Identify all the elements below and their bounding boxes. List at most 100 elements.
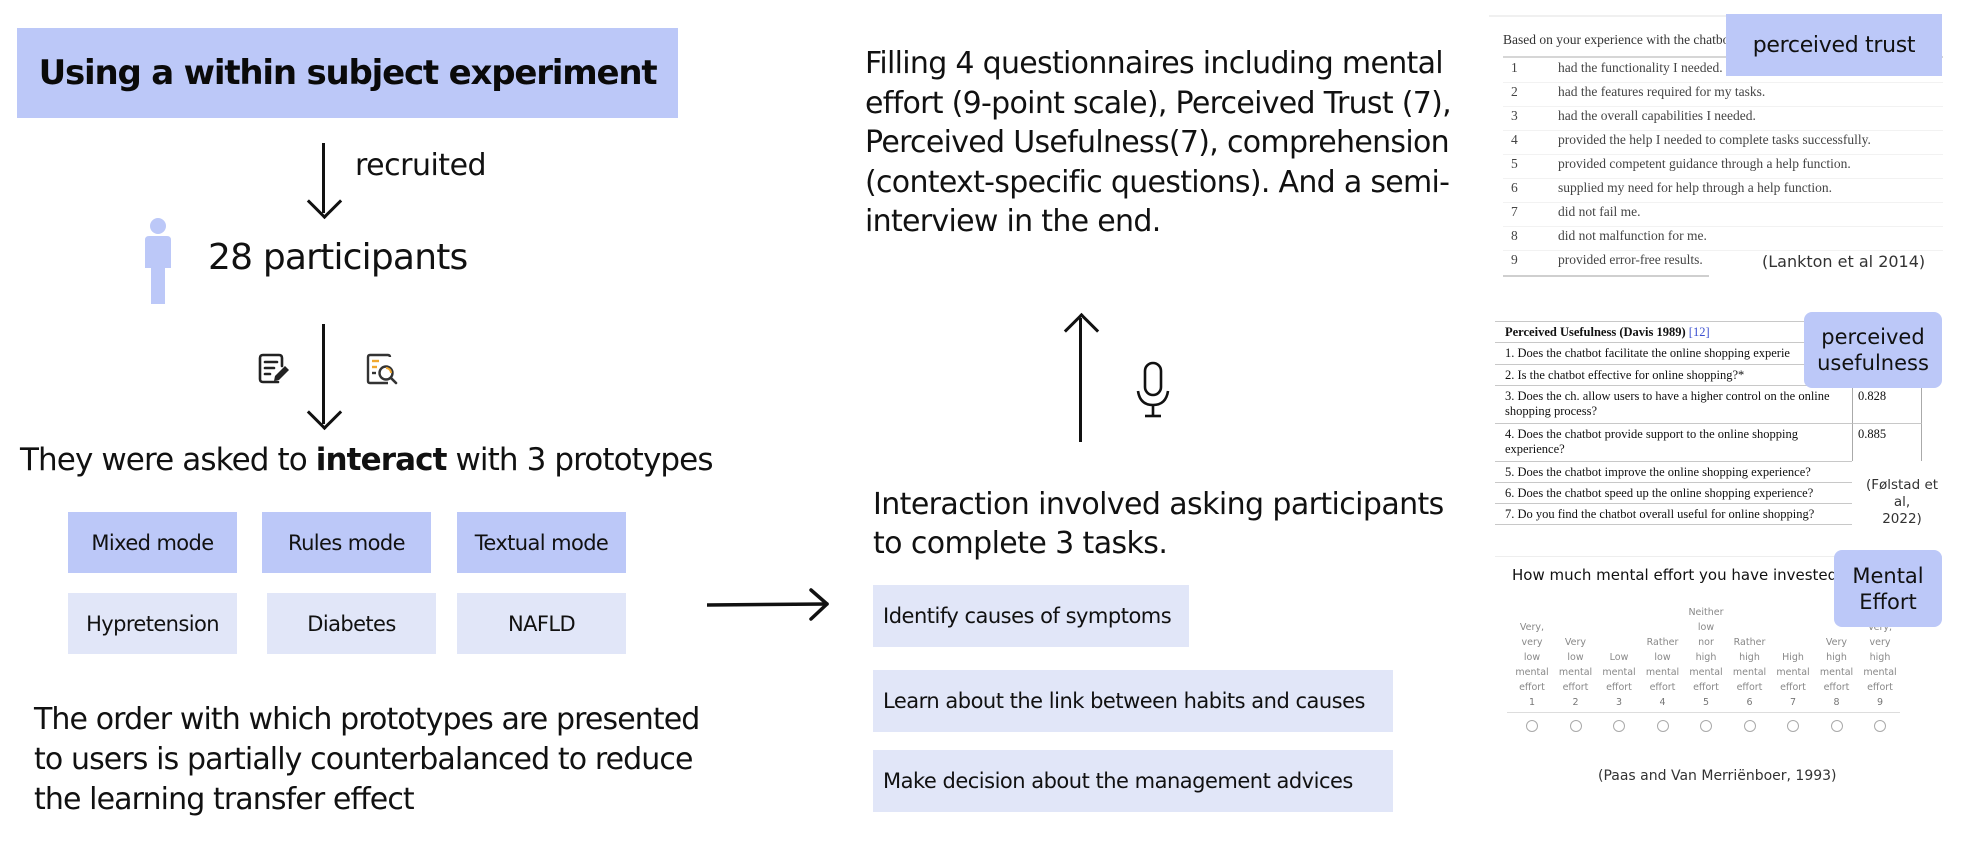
task-box-learn: Learn about the link between habits and … bbox=[873, 670, 1393, 732]
usefulness-item: 7. Do you find the chatbot overall usefu… bbox=[1495, 503, 1852, 525]
mental-effort-scale-option: Very high mental effort 8 bbox=[1815, 635, 1859, 710]
usefulness-label-line2: usefulness bbox=[1817, 351, 1929, 375]
scale-option-label-word: mental bbox=[1863, 667, 1897, 678]
mental-effort-scale-option: Very low mental effort 2 bbox=[1554, 635, 1598, 710]
usefulness-citation: (Følstad et al, 2022) bbox=[1860, 477, 1944, 528]
microphone-icon bbox=[1136, 361, 1170, 419]
mental-effort-label: Mental Effort bbox=[1834, 550, 1942, 627]
trust-item-text: provided competent guidance through a he… bbox=[1558, 156, 1851, 171]
usefulness-citation-line2: 2022) bbox=[1882, 511, 1922, 527]
usefulness-loading: 0.885 bbox=[1852, 423, 1922, 461]
scale-option-number: 8 bbox=[1833, 697, 1840, 708]
scale-option-label-word: effort bbox=[1649, 682, 1676, 693]
scale-option-label-word: effort bbox=[1823, 682, 1850, 693]
scale-option-label-word: high bbox=[1826, 652, 1847, 663]
recruited-label: recruited bbox=[355, 148, 487, 183]
trust-item-text: had the overall capabilities I needed. bbox=[1558, 108, 1756, 123]
scale-option-label-word: effort bbox=[1693, 682, 1719, 693]
scale-radio-button[interactable] bbox=[1830, 720, 1843, 732]
mental-effort-scale-option: Rather high mental effort 6 bbox=[1728, 635, 1772, 710]
trust-item-text: had the functionality I needed. bbox=[1558, 60, 1723, 75]
condition-box-diabetes: Diabetes bbox=[267, 593, 436, 654]
experiment-title: Using a within subject experiment bbox=[38, 53, 658, 93]
scale-option-label-word: nor bbox=[1698, 637, 1714, 648]
scale-option-number: 9 bbox=[1876, 697, 1884, 708]
trust-citation: (Lankton et al 2014) bbox=[1762, 252, 1926, 271]
trust-item-num: 7 bbox=[1511, 204, 1518, 219]
scale-radio-button[interactable] bbox=[1656, 720, 1669, 732]
mental-effort-scale-option: Very, very high mental effort 9 bbox=[1858, 620, 1902, 710]
scale-radio-button[interactable] bbox=[1700, 720, 1712, 732]
scale-option-label-word: mental bbox=[1819, 667, 1854, 678]
mental-effort-rule bbox=[1507, 712, 1900, 713]
scale-radio-button[interactable] bbox=[1569, 720, 1582, 732]
trust-intro: Based on your experience with the chatbo… bbox=[1503, 32, 1748, 47]
trust-item: 8 did not malfunction for me. bbox=[1503, 226, 1943, 251]
scale-option-label-word: mental bbox=[1515, 667, 1549, 678]
mental-effort-question: How much mental effort you have invested… bbox=[1512, 566, 1856, 584]
mental-effort-label-line2: Effort bbox=[1859, 589, 1917, 614]
usefulness-item: 6. Does the chatbot speed up the online … bbox=[1495, 482, 1852, 503]
scale-option-label-word: low bbox=[1697, 622, 1715, 633]
scale-option-label-word: effort bbox=[1606, 682, 1632, 693]
scale-option-label-word: Low bbox=[1609, 652, 1629, 663]
mental-effort-label-line1: Mental bbox=[1852, 563, 1924, 588]
mental-effort-scale-option: Neither low nor high mental effort 5 bbox=[1684, 605, 1728, 710]
scale-option-label-word: high bbox=[1739, 652, 1760, 663]
trust-item-num: 8 bbox=[1511, 228, 1518, 243]
task-box-decide: Make decision about the management advic… bbox=[873, 750, 1393, 812]
mental-effort-scale-option: High mental effort 7 bbox=[1771, 650, 1815, 710]
usefulness-header-text: Perceived Usefulness (Davis 1989) bbox=[1505, 325, 1689, 339]
interact-suffix: with 3 prototypes bbox=[446, 442, 713, 478]
usefulness-loading: 0.828 bbox=[1852, 385, 1922, 423]
scale-option-label-word: mental bbox=[1776, 667, 1810, 678]
trust-item-text: had the features required for my tasks. bbox=[1558, 84, 1766, 99]
usefulness-item: 4. Does the chatbot provide support to t… bbox=[1495, 423, 1852, 461]
questionnaire-description: Filling 4 questionnaires including menta… bbox=[865, 46, 1452, 239]
trust-item-text: did not fail me. bbox=[1558, 204, 1641, 219]
scale-radio-button[interactable] bbox=[1874, 720, 1886, 732]
usefulness-reference-link[interactable]: [12] bbox=[1689, 325, 1710, 339]
document-search-icon bbox=[366, 353, 398, 385]
scale-option-label-word: mental bbox=[1732, 667, 1767, 678]
perceived-usefulness-label: perceived usefulness bbox=[1804, 312, 1942, 388]
perceived-trust-label: perceived trust bbox=[1726, 14, 1942, 76]
scale-option-label-word: Very bbox=[1564, 637, 1587, 648]
person-icon bbox=[143, 218, 173, 304]
scale-radio-button[interactable] bbox=[1526, 720, 1538, 732]
condition-box-hypertension: Hypretension bbox=[68, 593, 237, 654]
trust-item-num: 3 bbox=[1511, 108, 1518, 123]
scale-option-number: 7 bbox=[1789, 697, 1797, 708]
trust-item: 6 supplied my need for help through a hel… bbox=[1503, 178, 1943, 203]
participants-count: 28 participants bbox=[208, 237, 468, 278]
trust-item: 3 had the overall capabilities I needed. bbox=[1503, 106, 1943, 131]
scale-option-number: 3 bbox=[1615, 697, 1623, 708]
counterbalance-note: The order with which prototypes are pres… bbox=[34, 702, 700, 817]
mode-box-mixed: Mixed mode bbox=[68, 512, 237, 573]
mental-effort-scale-option: Very, very low mental effort 1 bbox=[1510, 620, 1554, 710]
scale-radio-button[interactable] bbox=[1613, 720, 1625, 732]
trust-item-num: 2 bbox=[1511, 84, 1518, 99]
trust-item-num: 1 bbox=[1511, 60, 1518, 75]
trust-item-num: 5 bbox=[1511, 156, 1518, 171]
scale-radio-button[interactable] bbox=[1787, 720, 1799, 732]
edit-form-icon bbox=[258, 353, 290, 385]
scale-option-label-word: mental bbox=[1602, 667, 1636, 678]
scale-radio-button[interactable] bbox=[1743, 720, 1756, 732]
mental-effort-scale-option: Rather low mental effort 4 bbox=[1641, 635, 1685, 710]
trust-item: 7 did not fail me. bbox=[1503, 202, 1943, 227]
scale-option-label-word: Very, bbox=[1519, 622, 1545, 633]
scale-option-number: 4 bbox=[1659, 697, 1666, 708]
trust-item-text: supplied my need for help through a help… bbox=[1558, 180, 1833, 195]
interaction-description: Interaction involved asking participants… bbox=[873, 487, 1444, 561]
scale-option-label-word: Rather bbox=[1733, 637, 1766, 648]
usefulness-item: 3. Does the ch. allow users to have a hi… bbox=[1495, 385, 1852, 423]
interact-prefix: They were asked to bbox=[20, 442, 316, 478]
scale-option-label-word: Rather bbox=[1646, 637, 1679, 648]
condition-box-nafld: NAFLD bbox=[457, 593, 626, 654]
scale-option-label-word: effort bbox=[1867, 682, 1893, 693]
trust-item-text: provided the help I needed to complete t… bbox=[1558, 132, 1871, 147]
scale-option-label-word: High bbox=[1782, 652, 1804, 663]
scale-option-label-word: mental bbox=[1558, 667, 1593, 678]
scale-option-number: 1 bbox=[1528, 697, 1536, 708]
